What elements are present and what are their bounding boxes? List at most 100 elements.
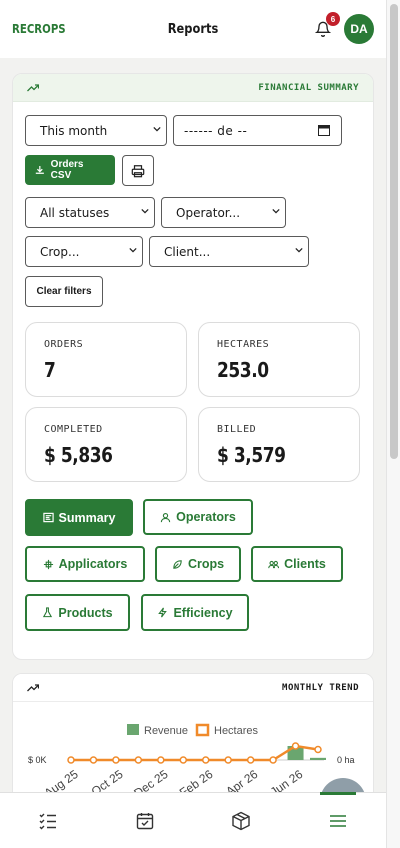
- orders-csv-button[interactable]: Orders CSV: [25, 155, 115, 185]
- calendar-icon: [318, 125, 330, 136]
- date-input-placeholder: ------ de --: [184, 123, 248, 138]
- hectares-point: [112, 756, 120, 764]
- hectares-point: [89, 756, 98, 764]
- stat-value: 253.0: [217, 358, 269, 382]
- brand-logo[interactable]: RECROPS: [12, 22, 66, 36]
- client-select-value: Client...: [164, 244, 211, 259]
- stat-label: COMPLETED: [44, 424, 103, 435]
- stat-hectares: HECTARES 253.0: [198, 322, 360, 397]
- trending-up-icon: [27, 83, 39, 91]
- tab-crops-label: Crops: [187, 557, 225, 571]
- tab-applicators-label: Applicators: [58, 557, 128, 571]
- hectares-point: [134, 756, 143, 764]
- monthly-trend-title: MONTHLY TREND: [282, 682, 359, 693]
- checklist-icon: [39, 813, 57, 829]
- stat-value: $ 5,836: [44, 443, 113, 467]
- chevron-down-icon: [272, 208, 280, 214]
- tab-crops[interactable]: Crops: [155, 546, 241, 582]
- top-bar: RECROPS Reports 6 DA: [0, 0, 386, 58]
- hectares-point: [314, 745, 322, 754]
- tab-operators[interactable]: Operators: [143, 499, 253, 535]
- status-select-value: All statuses: [40, 205, 110, 220]
- tab-efficiency[interactable]: Efficiency: [141, 594, 249, 631]
- stat-completed: COMPLETED $ 5,836: [25, 407, 187, 482]
- hectares-point: [269, 756, 277, 764]
- crop-select-value: Crop...: [40, 244, 80, 259]
- notifications-button[interactable]: 6: [312, 12, 340, 40]
- tab-applicators[interactable]: Applicators: [25, 546, 145, 582]
- scrollbar[interactable]: [386, 0, 400, 848]
- orders-csv-label: Orders CSV: [50, 159, 84, 181]
- list-icon: [42, 512, 54, 523]
- legend-revenue-label: Revenue: [144, 725, 188, 737]
- hectares-line: [71, 744, 319, 762]
- hectares-point: [201, 756, 210, 764]
- stat-value: $ 3,579: [217, 443, 286, 467]
- chevron-down-icon: [153, 126, 161, 132]
- chevron-down-icon: [129, 247, 137, 253]
- operator-select-value: Operator...: [176, 205, 241, 220]
- chevron-down-icon: [295, 247, 303, 253]
- tab-products[interactable]: Products: [25, 594, 130, 631]
- monthly-trend-header: MONTHLY TREND: [13, 674, 373, 702]
- lightning-icon: [158, 607, 168, 618]
- chevron-down-icon: [141, 208, 149, 214]
- leaf-icon: [173, 559, 182, 569]
- box-icon: [232, 811, 250, 830]
- legend-hectares-label: Hectares: [214, 725, 259, 737]
- financial-summary-card: FINANCIAL SUMMARY This month ------ de -…: [12, 73, 374, 660]
- user-icon: [160, 512, 171, 522]
- legend-revenue-swatch: [127, 724, 139, 735]
- bottom-nav: [0, 792, 386, 848]
- tab-summary-label: Summary: [58, 510, 116, 525]
- tab-summary[interactable]: Summary: [25, 499, 133, 536]
- tab-efficiency-label: Efficiency: [173, 605, 233, 620]
- calendar-check-icon: [136, 812, 153, 829]
- nav-calendar[interactable]: [97, 793, 194, 848]
- scrollbar-thumb[interactable]: [390, 4, 398, 459]
- trending-up-icon: [27, 683, 39, 691]
- operator-select[interactable]: Operator...: [161, 197, 286, 228]
- revenue-bar: [310, 757, 326, 760]
- status-select[interactable]: All statuses: [25, 197, 155, 228]
- hectares-point: [224, 756, 232, 764]
- drone-icon: [43, 559, 53, 569]
- client-select[interactable]: Client...: [149, 236, 309, 267]
- users-icon: [268, 560, 280, 568]
- hectares-point: [179, 756, 188, 764]
- hectares-point: [67, 756, 75, 764]
- stat-label: ORDERS: [44, 339, 84, 350]
- nav-inventory[interactable]: [193, 793, 290, 848]
- hectares-point: [291, 742, 300, 750]
- period-select-value: This month: [40, 123, 108, 138]
- flask-icon: [43, 607, 53, 618]
- tab-operators-label: Operators: [176, 510, 236, 524]
- legend-hectares-swatch: [195, 723, 210, 737]
- y-left-label: $ 0K: [28, 755, 47, 765]
- tab-clients[interactable]: Clients: [251, 546, 343, 582]
- nav-tasks[interactable]: [0, 793, 97, 848]
- print-button[interactable]: [122, 155, 154, 186]
- financial-summary-header: FINANCIAL SUMMARY: [13, 74, 373, 102]
- stat-label: BILLED: [217, 424, 257, 435]
- tab-products-label: Products: [58, 605, 113, 620]
- hectares-point: [157, 756, 165, 764]
- notification-badge: 6: [326, 12, 340, 26]
- menu-icon: [329, 814, 346, 827]
- avatar[interactable]: DA: [344, 14, 374, 44]
- nav-menu[interactable]: [290, 792, 387, 848]
- stat-value: 7: [44, 358, 56, 382]
- period-select[interactable]: This month: [25, 115, 167, 146]
- clear-filters-button[interactable]: Clear filters: [25, 276, 103, 307]
- date-input[interactable]: ------ de --: [173, 115, 342, 146]
- stat-label: HECTARES: [217, 339, 270, 350]
- crop-select[interactable]: Crop...: [25, 236, 143, 267]
- stat-orders: ORDERS 7: [25, 322, 187, 397]
- stat-billed: BILLED $ 3,579: [198, 407, 360, 482]
- financial-summary-title: FINANCIAL SUMMARY: [258, 82, 359, 93]
- printer-icon: [131, 164, 145, 177]
- hectares-point: [246, 756, 255, 764]
- download-icon: [35, 165, 44, 174]
- y-right-label: 0 ha: [337, 755, 355, 765]
- tab-clients-label: Clients: [284, 557, 326, 571]
